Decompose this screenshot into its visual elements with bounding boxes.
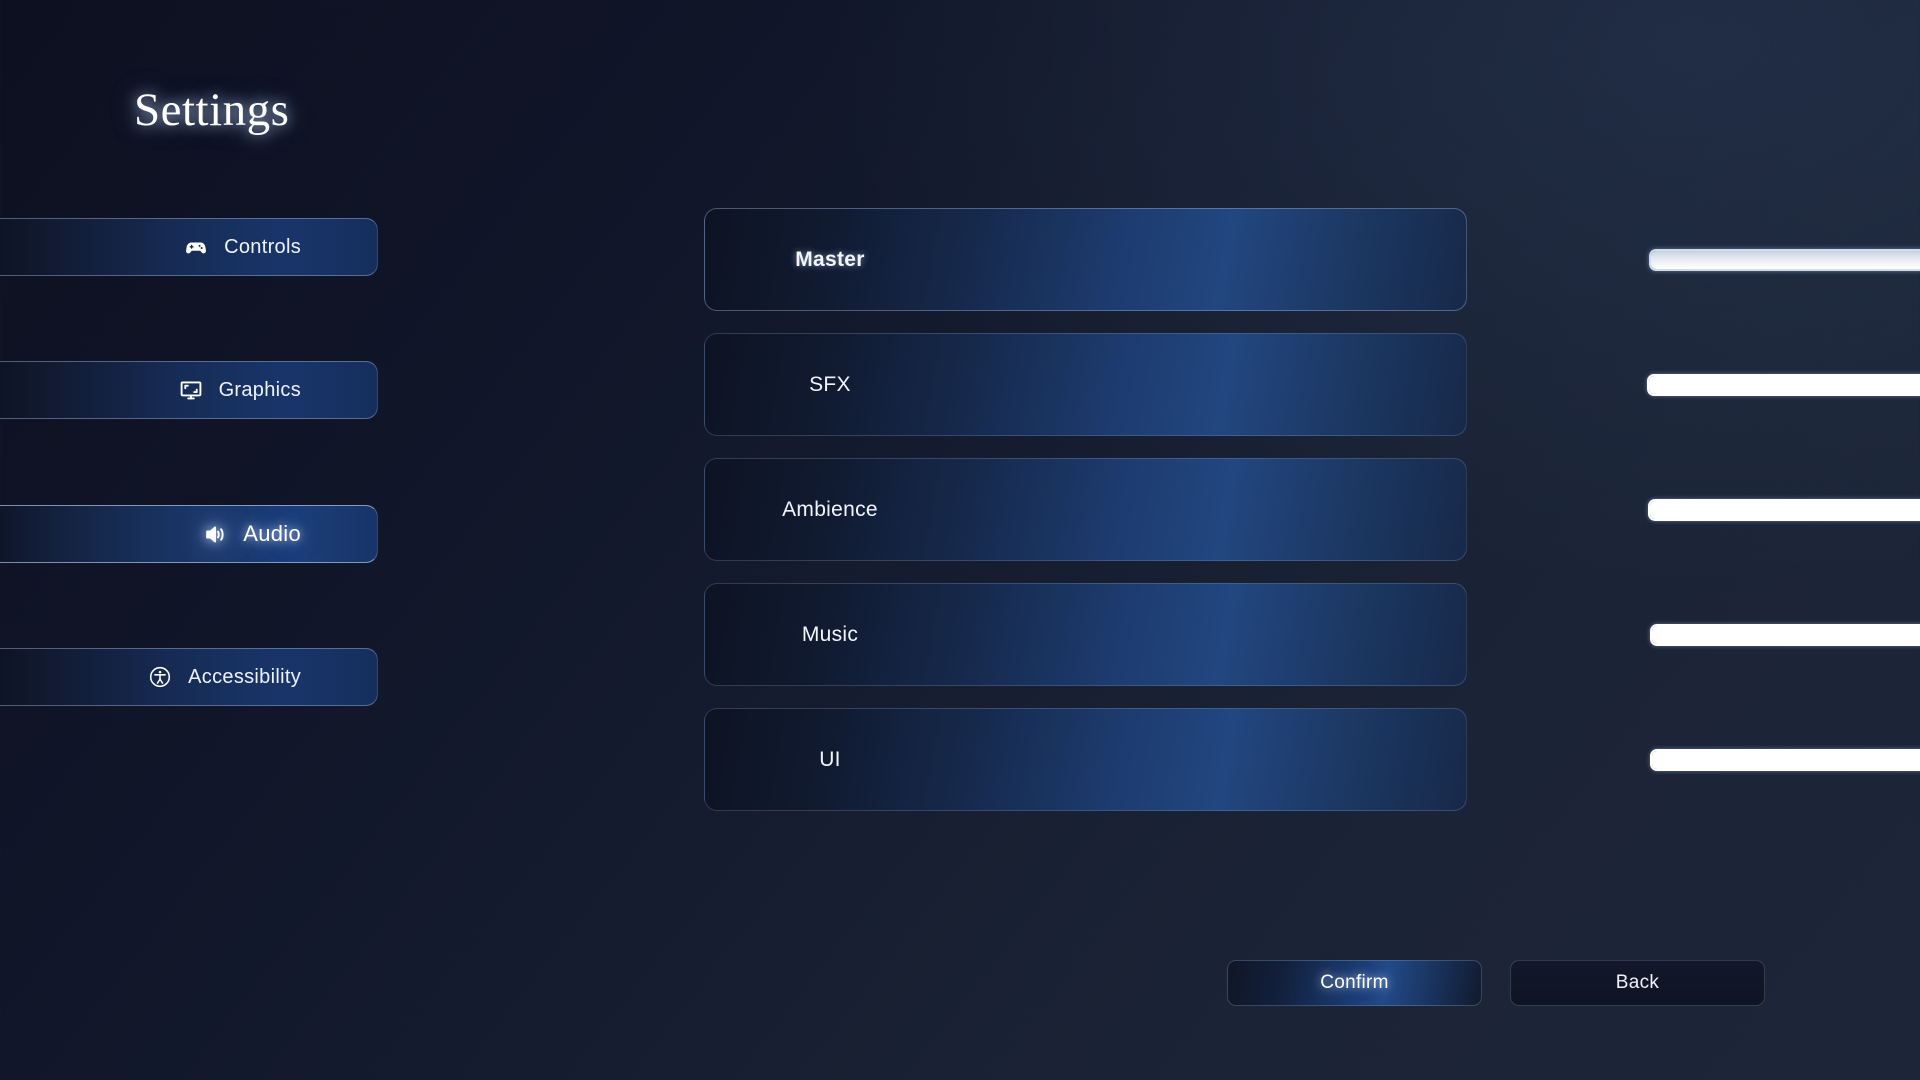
- setting-label: Music: [801, 622, 859, 646]
- confirm-button[interactable]: Confirm: [1227, 960, 1482, 1006]
- accessibility-icon: [147, 664, 173, 690]
- sidebar-item-controls[interactable]: Controls: [0, 218, 378, 276]
- sidebar-item-label: Audio: [243, 521, 301, 546]
- setting-label: Ambience: [782, 497, 878, 521]
- volume-slider-music[interactable]: [1650, 623, 1920, 646]
- setting-row-sfx[interactable]: SFX: [704, 333, 1920, 436]
- setting-row-master[interactable]: Master: [704, 208, 1920, 311]
- setting-label: UI: [819, 747, 841, 771]
- audio-settings-panel: Master SFX Ambience Music UI: [704, 208, 1920, 833]
- speaker-volume-icon: [202, 521, 228, 547]
- sidebar-item-accessibility[interactable]: Accessibility: [0, 648, 378, 706]
- setting-row-ui[interactable]: UI: [704, 708, 1920, 811]
- monitor-icon: [178, 377, 204, 403]
- slider-fill: [1650, 500, 1920, 519]
- volume-slider-sfx[interactable]: [1647, 373, 1920, 396]
- sidebar-item-label: Controls: [224, 235, 301, 258]
- footer-actions: Confirm Back: [0, 960, 1920, 1006]
- setting-row-ambience[interactable]: Ambience: [704, 458, 1920, 561]
- slider-fill: [1652, 625, 1920, 644]
- volume-slider-master[interactable]: [1649, 248, 1920, 271]
- back-button[interactable]: Back: [1510, 960, 1765, 1006]
- sidebar: Settings Controls Graphics Audio Accessi…: [0, 0, 378, 1080]
- sidebar-item-label: Accessibility: [188, 665, 301, 688]
- gamepad-icon: [183, 234, 209, 260]
- slider-fill: [1649, 375, 1920, 394]
- slider-fill: [1652, 750, 1920, 769]
- setting-label: Master: [795, 247, 865, 271]
- slider-fill: [1651, 250, 1920, 269]
- sidebar-item-audio[interactable]: Audio: [0, 505, 378, 563]
- volume-slider-ui[interactable]: [1650, 748, 1920, 771]
- sidebar-item-label: Graphics: [218, 378, 301, 401]
- setting-row-music[interactable]: Music: [704, 583, 1920, 686]
- volume-slider-ambience[interactable]: [1648, 498, 1920, 521]
- page-title: Settings: [134, 84, 290, 136]
- sidebar-item-graphics[interactable]: Graphics: [0, 361, 378, 419]
- setting-label: SFX: [809, 372, 851, 396]
